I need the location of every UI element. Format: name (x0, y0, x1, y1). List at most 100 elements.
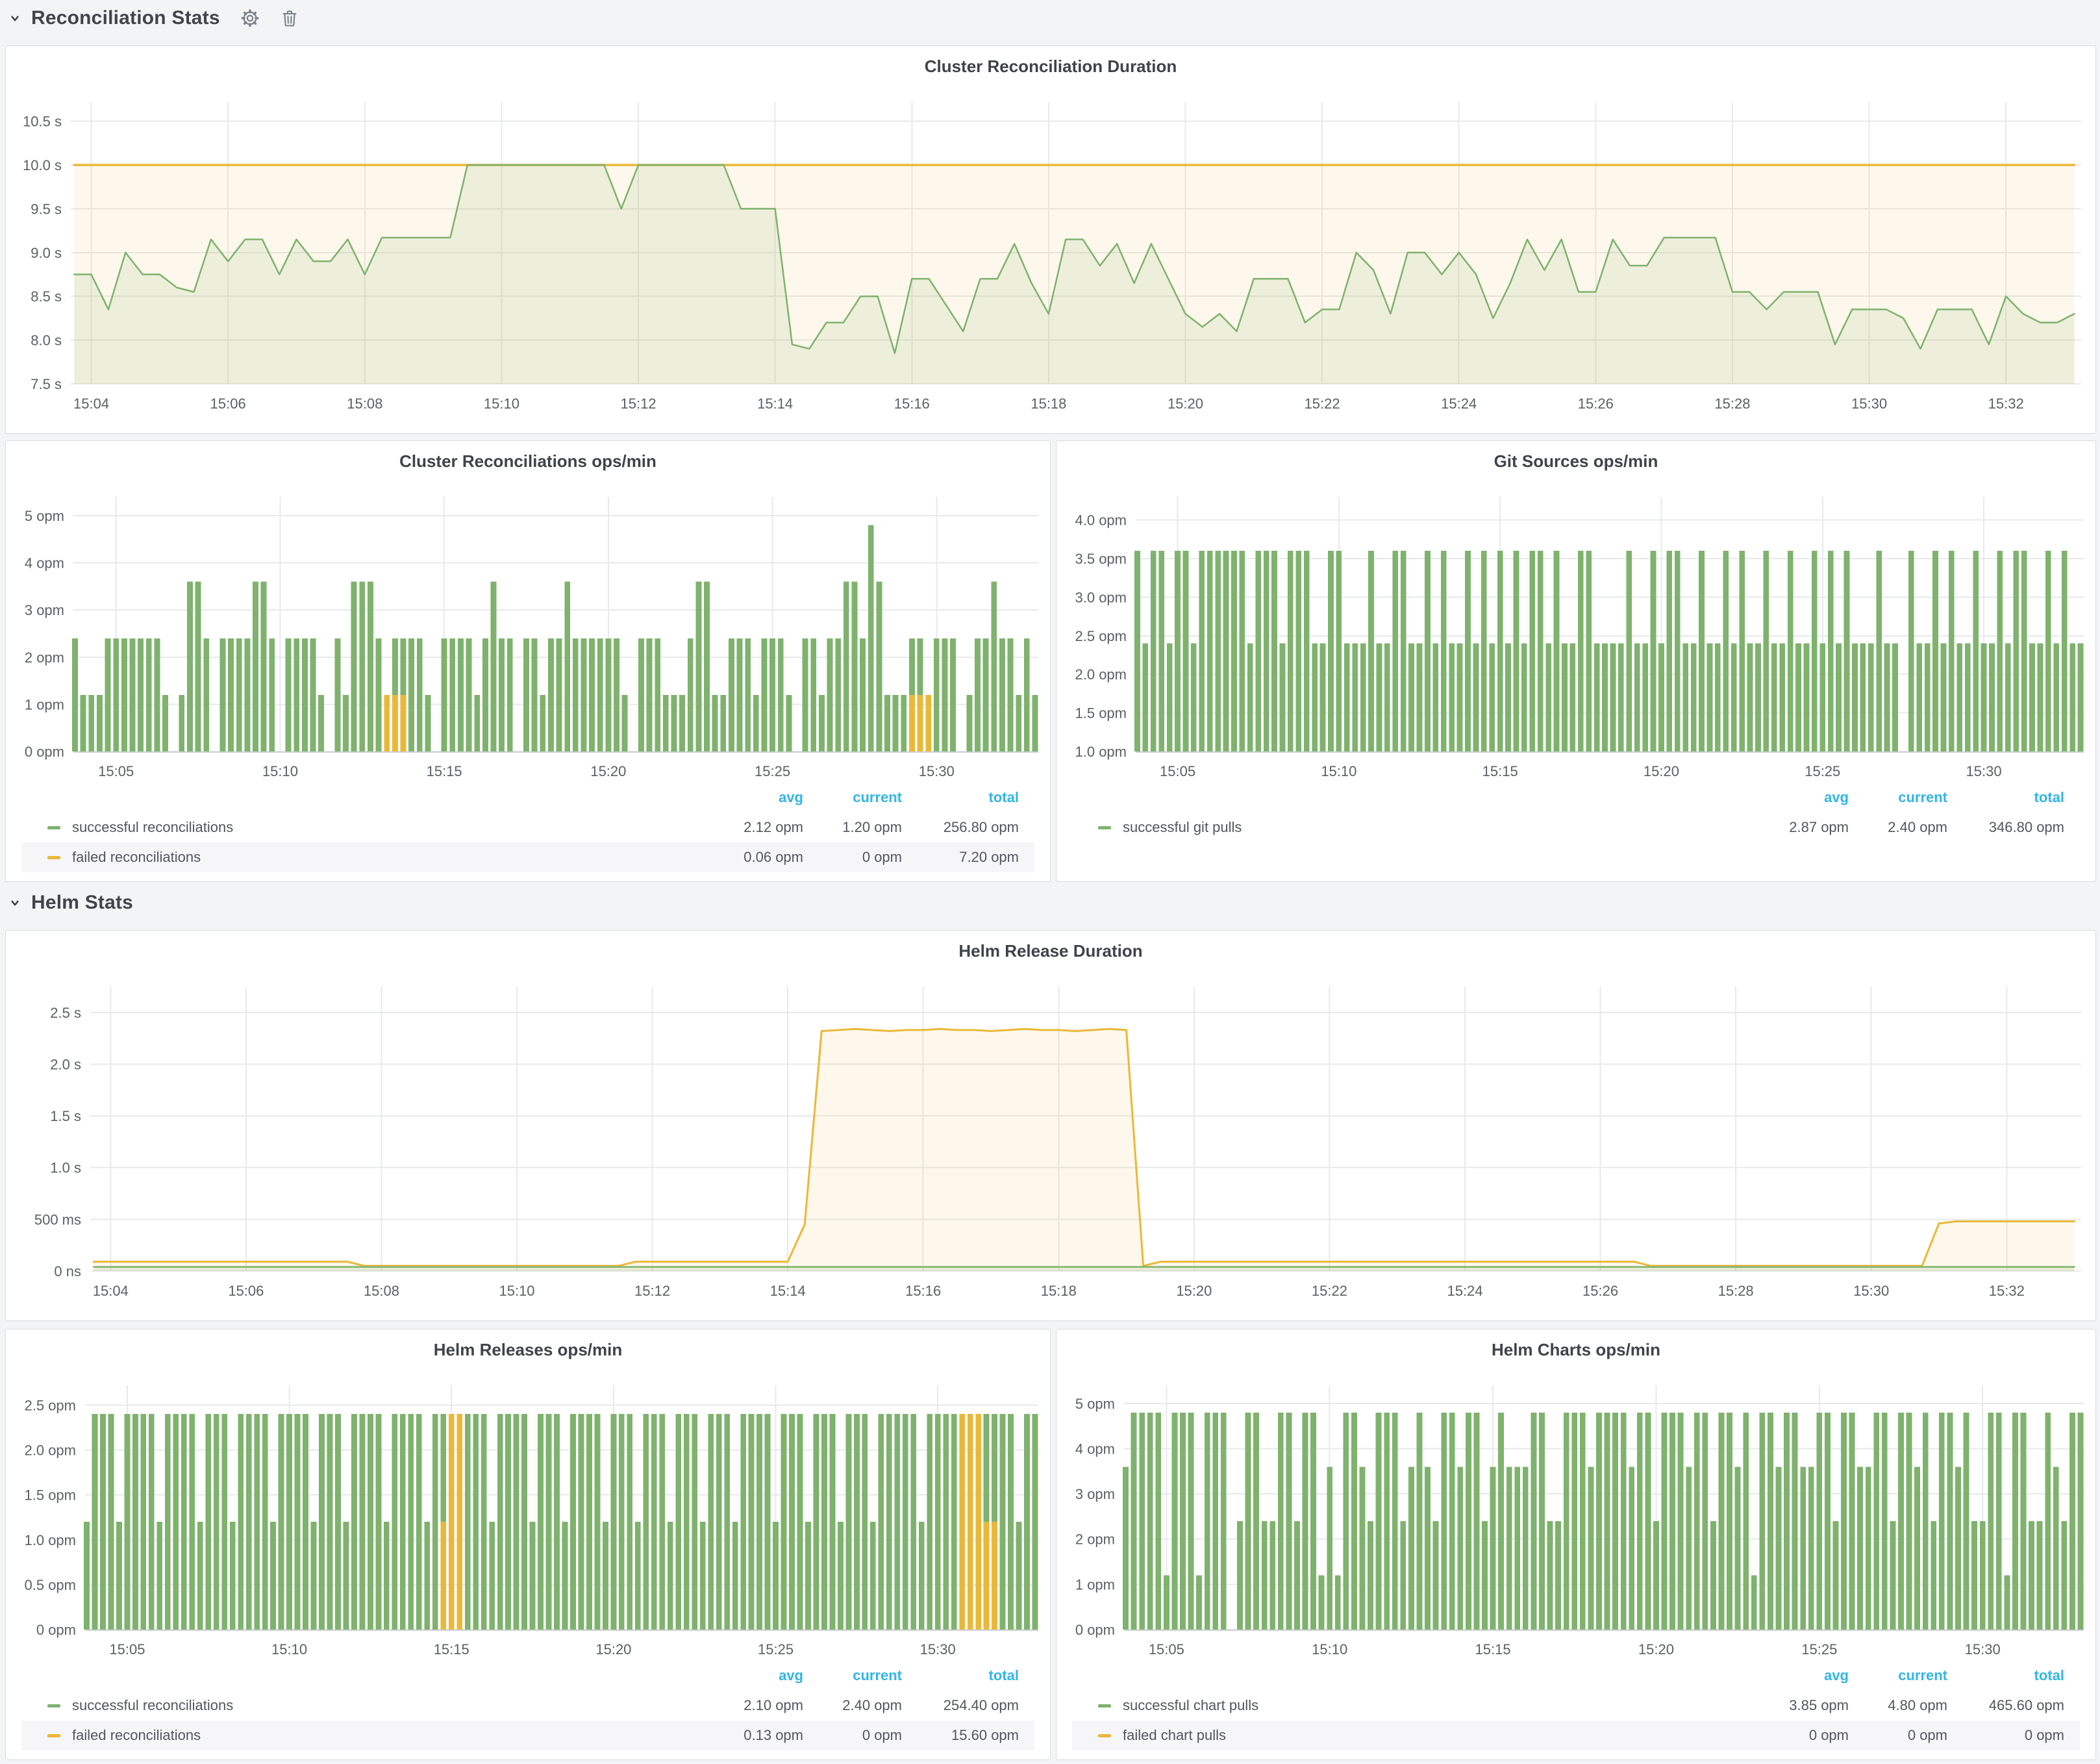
successful reconciliations-bar (695, 582, 701, 751)
successful chart pulls-bar (1131, 1413, 1137, 1630)
successful reconciliations-bar (893, 695, 899, 751)
successful reconciliations-bar (449, 638, 455, 751)
successful reconciliations-bar (154, 638, 160, 751)
x-tick-label: 15:12 (634, 1283, 670, 1299)
legend-row: successful reconciliations2.10 opm2.40 o… (21, 1691, 1034, 1720)
chevron-down-icon[interactable] (6, 10, 23, 27)
legend-column-avg[interactable]: avg (779, 789, 803, 806)
successful chart pulls-bar (1417, 1413, 1423, 1630)
successful reconciliations-bar (505, 1414, 511, 1630)
successful reconciliations-bar (909, 638, 915, 695)
legend-series-name[interactable]: failed reconciliations (72, 1720, 201, 1750)
successful reconciliations-bar (603, 1522, 608, 1630)
panel-title[interactable]: Git Sources ops/min (1056, 451, 2095, 472)
legend-column-total[interactable]: total (989, 789, 1019, 806)
legend-series-name[interactable]: successful reconciliations (72, 813, 233, 842)
failed reconciliations-bar (968, 1414, 973, 1630)
successful git pulls-bar (1739, 551, 1745, 751)
legend-column-total[interactable]: total (989, 1667, 1019, 1684)
panel-title[interactable]: Cluster Reconciliation Duration (6, 57, 2095, 77)
legend-series-name[interactable]: successful chart pulls (1123, 1691, 1258, 1720)
x-tick-label: 15:32 (1988, 396, 2024, 412)
failed reconciliations-bar (449, 1414, 455, 1630)
successful reconciliations-bar (92, 1414, 98, 1630)
section-header-reconciliation-stats[interactable]: Reconciliation Stats (6, 3, 299, 34)
successful git pulls-bar (1819, 644, 1825, 751)
successful reconciliations-bar (999, 638, 1005, 751)
successful reconciliations-bar (368, 582, 373, 751)
successful reconciliations-bar (261, 582, 267, 751)
helm-release-duration-chart[interactable]: 0 ns500 ms1.0 s1.5 s2.0 s2.5 s15:0415:06… (6, 931, 2095, 1320)
successful reconciliations-bar (950, 638, 956, 751)
x-tick-label: 15:05 (109, 1641, 145, 1657)
git-sources-ops-chart[interactable]: 1.0 opm1.5 opm2.0 opm2.5 opm3.0 opm3.5 o… (1056, 441, 2095, 881)
successful git pulls-bar (1545, 644, 1551, 751)
failed reconciliations-bar (959, 1414, 965, 1630)
y-tick-label: 500 ms (34, 1211, 81, 1228)
legend-column-current[interactable]: current (1898, 789, 1947, 806)
legend-column-avg[interactable]: avg (1824, 789, 1849, 806)
legend-column-avg[interactable]: avg (779, 1667, 803, 1684)
helm-charts-ops-chart[interactable]: 0 opm1 opm2 opm3 opm4 opm5 opm15:0515:10… (1056, 1329, 2095, 1759)
successful chart pulls-bar (1955, 1467, 1961, 1630)
successful reconciliations-bar (286, 638, 292, 751)
successful reconciliations-bar (579, 1414, 584, 1630)
successful chart pulls-bar (1833, 1521, 1839, 1630)
cluster-reconciliation-duration-canvas[interactable]: 7.5 s8.0 s8.5 s9.0 s9.5 s10.0 s10.5 s15:… (6, 46, 2095, 433)
legend-column-current[interactable]: current (853, 1667, 902, 1684)
successful chart pulls-bar (1629, 1467, 1634, 1630)
successful reconciliations-bar (359, 582, 365, 751)
helm-releases-ops-chart[interactable]: 0 opm0.5 opm1.0 opm1.5 opm2.0 opm2.5 opm… (6, 1329, 1050, 1759)
trash-icon[interactable] (280, 8, 299, 28)
successful reconciliations-bar (311, 1522, 317, 1630)
successful reconciliations-bar (473, 1414, 479, 1630)
panel-title[interactable]: Cluster Reconciliations ops/min (6, 451, 1050, 472)
successful reconciliations-bar (886, 1414, 892, 1630)
section-title[interactable]: Reconciliation Stats (31, 7, 220, 29)
section-header-helm-stats[interactable]: Helm Stats (6, 887, 133, 918)
successful reconciliations-bar (692, 1414, 697, 1630)
successful chart pulls-bar (1205, 1413, 1210, 1630)
y-tick-label: 1.5 s (50, 1108, 81, 1124)
bar-series (84, 1414, 1038, 1630)
panel-title[interactable]: Helm Releases ops/min (6, 1340, 1050, 1360)
helm-release-duration-canvas[interactable]: 0 ns500 ms1.0 s1.5 s2.0 s2.5 s15:0415:06… (6, 931, 2095, 1320)
legend-series-name[interactable]: successful git pulls (1123, 813, 1242, 842)
successful git pulls-bar (1352, 644, 1358, 751)
legend-row: successful reconciliations2.12 opm1.20 o… (21, 813, 1034, 842)
legend-column-current[interactable]: current (1898, 1667, 1947, 1684)
cluster-reconciliations-ops-chart[interactable]: 0 opm1 opm2 opm3 opm4 opm5 opm15:0515:10… (6, 441, 1050, 881)
successful git pulls-bar (1908, 551, 1914, 751)
successful git pulls-bar (1989, 644, 1995, 751)
successful chart pulls-bar (1547, 1521, 1553, 1630)
panel-title[interactable]: Helm Charts ops/min (1056, 1340, 2095, 1360)
successful reconciliations-bar (546, 1414, 552, 1630)
section-title[interactable]: Helm Stats (31, 892, 133, 914)
failed reconciliations-bar (384, 695, 390, 751)
legend-column-current[interactable]: current (853, 789, 902, 806)
legend-series-name[interactable]: failed reconciliations (72, 842, 201, 872)
successful reconciliations-bar (125, 1414, 131, 1630)
x-tick-label: 15:32 (1989, 1283, 2025, 1299)
successful reconciliations-bar (351, 1414, 357, 1630)
cluster-reconciliation-duration-chart[interactable]: 7.5 s8.0 s8.5 s9.0 s9.5 s10.0 s10.5 s15:… (6, 46, 2095, 433)
y-tick-label: 1.0 opm (25, 1532, 77, 1548)
y-tick-label: 3 opm (1075, 1486, 1115, 1502)
successful git pulls-bar (1497, 551, 1503, 751)
successful reconciliations-bar (97, 695, 103, 751)
successful chart pulls-bar (1343, 1413, 1349, 1630)
successful reconciliations-bar (910, 1414, 916, 1630)
successful reconciliations-bar (934, 638, 940, 751)
legend-column-avg[interactable]: avg (1824, 1667, 1849, 1684)
legend-column-total[interactable]: total (2034, 789, 2064, 806)
successful git pulls-bar (1941, 644, 1947, 751)
legend-series-name[interactable]: failed chart pulls (1123, 1720, 1226, 1750)
chevron-down-icon[interactable] (6, 894, 23, 911)
successful reconciliations-bar (1008, 1414, 1014, 1630)
gear-icon[interactable] (240, 8, 260, 29)
successful git pulls-bar (1981, 644, 1987, 751)
legend-column-total[interactable]: total (2034, 1667, 2064, 1684)
successful chart pulls-bar (1555, 1521, 1561, 1630)
legend-series-name[interactable]: successful reconciliations (72, 1691, 233, 1720)
panel-title[interactable]: Helm Release Duration (6, 941, 2095, 961)
